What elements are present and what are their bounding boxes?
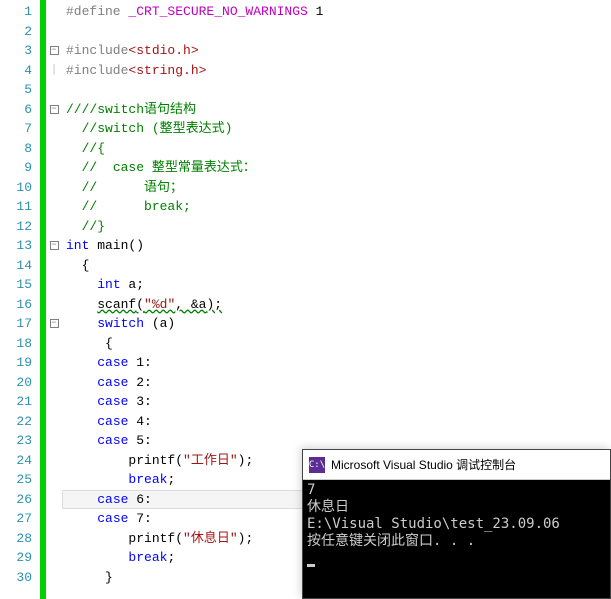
code-line[interactable]	[62, 80, 611, 100]
line-number: 12	[0, 217, 32, 237]
fold-toggle-icon[interactable]: −	[50, 319, 59, 328]
code-line[interactable]: int a;	[62, 275, 611, 295]
line-number: 22	[0, 412, 32, 432]
code-line[interactable]: #include<string.h>	[62, 61, 611, 81]
line-number: 23	[0, 431, 32, 451]
code-line[interactable]: //}	[62, 217, 611, 237]
console-line: 按任意键关闭此窗口. . .	[307, 533, 475, 549]
console-titlebar[interactable]: C:\ Microsoft Visual Studio 调试控制台	[303, 450, 610, 480]
code-line[interactable]: case 4:	[62, 412, 611, 432]
code-line[interactable]: #include<stdio.h>	[62, 41, 611, 61]
console-output[interactable]: 7 休息日 E:\Visual Studio\test_23.09.06 按任意…	[303, 480, 610, 598]
line-number: 6	[0, 100, 32, 120]
fold-toggle-icon[interactable]: −	[50, 46, 59, 55]
fold-toggle-icon[interactable]: −	[50, 105, 59, 114]
fold-column[interactable]: − | − − −	[46, 0, 62, 599]
line-number: 10	[0, 178, 32, 198]
line-number: 29	[0, 548, 32, 568]
code-line[interactable]: // 语句；	[62, 178, 611, 198]
code-line[interactable]: case 3:	[62, 392, 611, 412]
line-number: 16	[0, 295, 32, 315]
line-number: 11	[0, 197, 32, 217]
line-number: 8	[0, 139, 32, 159]
code-line[interactable]: {	[62, 334, 611, 354]
fold-toggle-icon[interactable]: −	[50, 241, 59, 250]
line-number: 7	[0, 119, 32, 139]
code-line[interactable]: //{	[62, 139, 611, 159]
line-number: 27	[0, 509, 32, 529]
debug-console-window[interactable]: C:\ Microsoft Visual Studio 调试控制台 7 休息日 …	[302, 449, 611, 599]
console-line: 休息日	[307, 499, 349, 515]
code-line[interactable]: ////switch语句结构	[62, 100, 611, 120]
code-line[interactable]: scanf("%d", &a);	[62, 295, 611, 315]
code-line[interactable]: // break;	[62, 197, 611, 217]
code-line[interactable]: int main()	[62, 236, 611, 256]
line-number: 17	[0, 314, 32, 334]
console-line: E:\Visual Studio\test_23.09.06	[307, 516, 560, 532]
code-line[interactable]	[62, 22, 611, 42]
console-app-icon: C:\	[309, 457, 325, 473]
line-number: 4	[0, 61, 32, 81]
line-number: 28	[0, 529, 32, 549]
line-number: 9	[0, 158, 32, 178]
line-number: 21	[0, 392, 32, 412]
console-cursor	[307, 564, 315, 567]
code-line[interactable]: {	[62, 256, 611, 276]
console-title-text: Microsoft Visual Studio 调试控制台	[331, 456, 516, 473]
line-number: 1	[0, 2, 32, 22]
line-number: 19	[0, 353, 32, 373]
code-line[interactable]: case 1:	[62, 353, 611, 373]
line-number: 18	[0, 334, 32, 354]
console-line: 7	[307, 482, 315, 498]
line-number: 13	[0, 236, 32, 256]
code-line[interactable]: case 2:	[62, 373, 611, 393]
line-number: 2	[0, 22, 32, 42]
line-number: 15	[0, 275, 32, 295]
code-line[interactable]: //switch (整型表达式)	[62, 119, 611, 139]
line-number: 24	[0, 451, 32, 471]
code-line[interactable]: #define _CRT_SECURE_NO_WARNINGS 1	[62, 2, 611, 22]
line-number: 20	[0, 373, 32, 393]
code-line[interactable]: // case 整型常量表达式：	[62, 158, 611, 178]
line-number: 26	[0, 490, 32, 510]
line-number: 30	[0, 568, 32, 588]
line-number: 3	[0, 41, 32, 61]
line-number: 25	[0, 470, 32, 490]
code-line[interactable]: case 5:	[62, 431, 611, 451]
line-number-gutter: 1234567891011121314151617181920212223242…	[0, 0, 40, 599]
code-line[interactable]: switch (a)	[62, 314, 611, 334]
line-number: 5	[0, 80, 32, 100]
line-number: 14	[0, 256, 32, 276]
